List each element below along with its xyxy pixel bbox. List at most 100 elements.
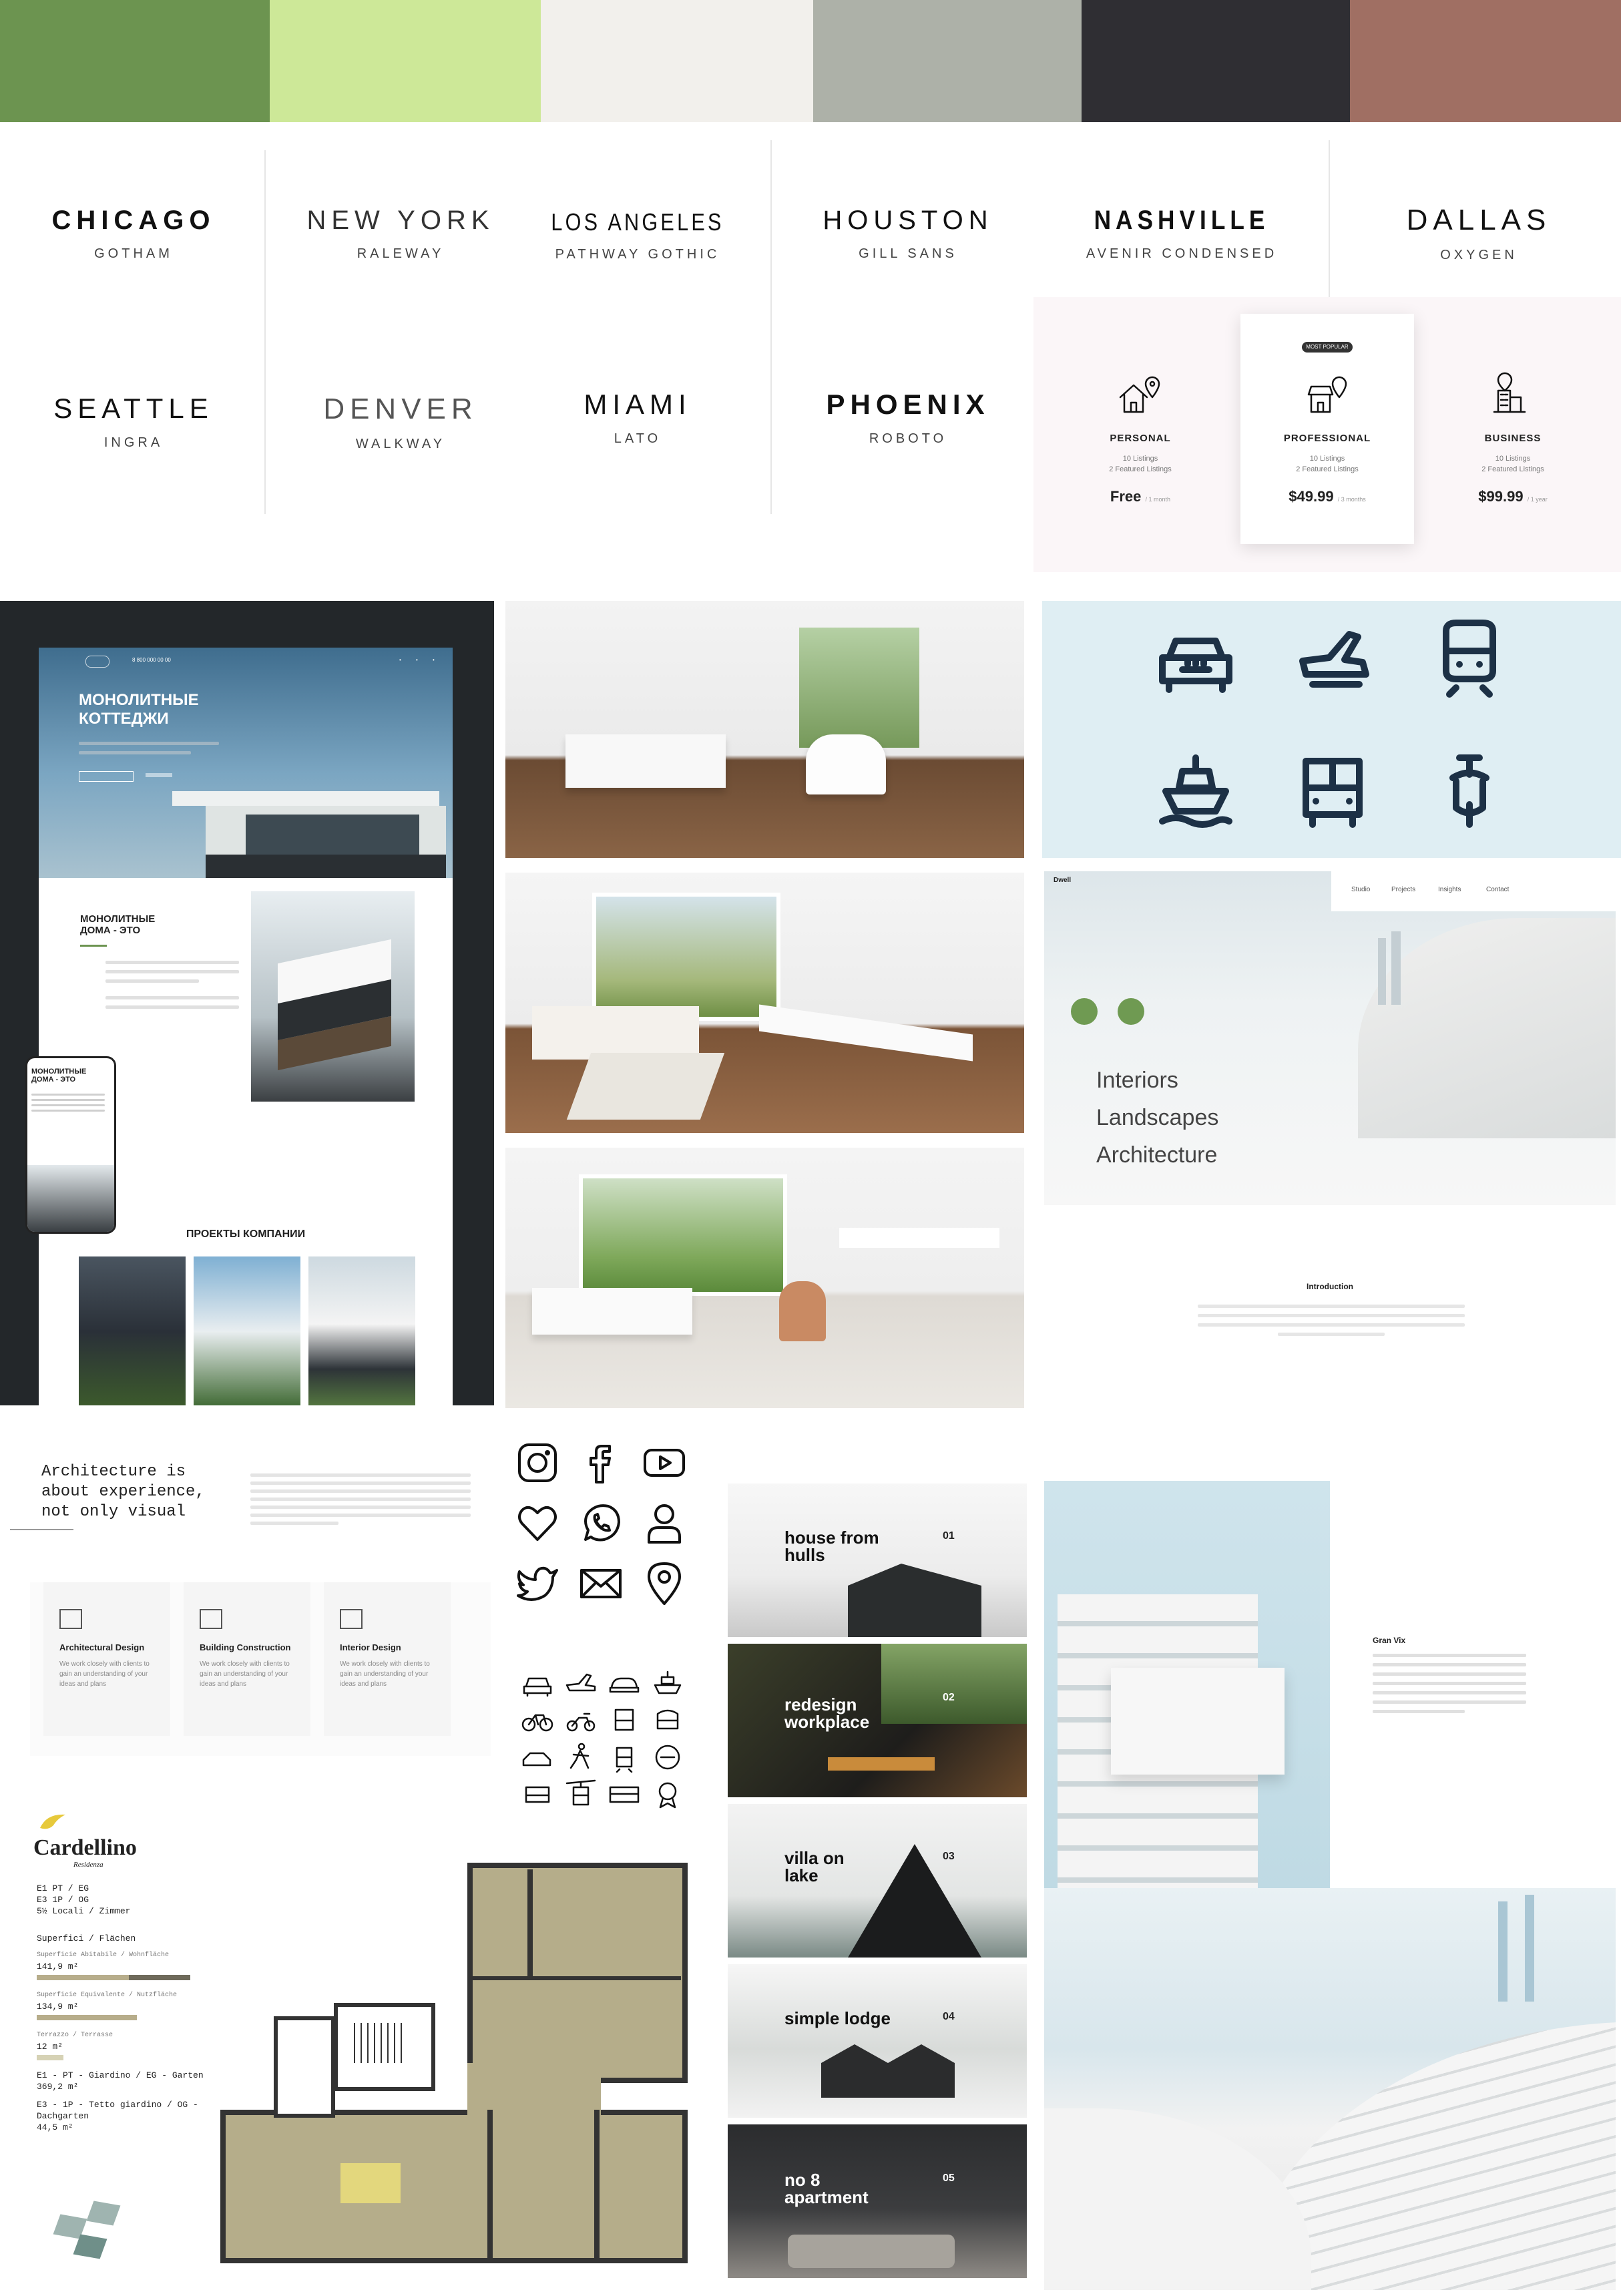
font-name: GILL SANS [859,246,957,261]
slide-3[interactable]: villa on lake 03 [728,1804,1027,1958]
car-icon [609,1677,640,1693]
hero-image: 8 800 000 00 00 • • • МОНОЛИТНЫЕ КОТТЕДЖИ [39,648,453,878]
swatch-3 [541,0,813,122]
pricing-section: PERSONAL 10 Listings 2 Featured Listings … [1033,297,1621,572]
section-text [105,955,239,1015]
scooter-icon [1449,754,1489,828]
cardellino-logo: Cardellino Residenza [33,1809,137,1869]
ship-icon [654,1670,682,1694]
bus-icon [609,1786,640,1803]
plan-price: Free / 1 month [1110,488,1171,505]
slide-4[interactable]: simple lodge 04 [728,1964,1027,2118]
floor-plan-drawing [220,1863,688,2263]
divider [1329,140,1330,297]
divider [770,140,772,514]
card-title: Building Construction [200,1642,291,1652]
ship-icon [1159,754,1232,828]
house-graphic [166,768,453,878]
slide-number: 01 [943,1530,955,1542]
tram-icon [616,1747,633,1773]
project-slides: house from hulls 01 redesign workplace 02 … [728,1483,1027,2278]
building-pin-icon [1493,372,1526,413]
nav-item[interactable]: Insights [1438,886,1461,893]
service-card[interactable]: Building Construction We work closely wi… [184,1582,310,1736]
font-name: INGRA [103,435,164,450]
phone-number[interactable]: 8 800 000 00 00 [132,657,171,663]
building-icon [200,1609,222,1629]
font-sample: DALLAS OXYGEN [1369,204,1589,263]
metro-icon [655,1745,680,1770]
city-name: PHOENIX [826,389,990,420]
whatsapp-icon [584,1504,620,1542]
intro-title: Introduction [1307,1282,1353,1291]
swatch-5 [1082,0,1350,122]
plane-icon [565,1673,596,1692]
divider [264,150,266,514]
font-sample: HOUSTON GILL SANS [801,206,1015,262]
plane-icon [1299,631,1369,688]
car-icon [525,1786,550,1803]
card-title: Interior Design [340,1642,401,1652]
slide-2[interactable]: redesign workplace 02 [728,1644,1027,1797]
car-icon [523,1677,552,1697]
site-diagram [37,2176,144,2270]
nav-item[interactable]: Studio [1351,886,1370,893]
nav-item[interactable]: Projects [1391,886,1415,893]
service-card[interactable]: Interior Design We work closely with cli… [324,1582,451,1736]
areas: Superfici / Flächen Superficie Abitabile… [37,1933,204,2132]
font-name: PATHWAY GOTHIC [555,247,720,262]
city-name: CHICAGO [51,206,216,235]
floorplan-sheet: Cardellino Residenza E1 PT / EG E3 1P / O… [27,1809,721,2283]
site-header: 8 800 000 00 00 • • • [39,648,453,674]
service-card[interactable]: Architectural Design We work closely wit… [43,1582,170,1736]
dwell-nav: Studio Projects Insights Contact [1331,871,1616,911]
facebook-icon [590,1445,611,1483]
font-name: OXYGEN [1440,248,1518,262]
font-sample: LOS ANGELES PATHWAY GOTHIC [527,208,748,262]
plan-business[interactable]: BUSINESS 10 Listings 2 Featured Listings … [1446,371,1580,505]
font-sample: NASHVILLE AVENIR CONDENSED [1062,206,1302,262]
project-thumb[interactable] [308,1256,415,1405]
plan-personal[interactable]: PERSONAL 10 Listings 2 Featured Listings … [1074,371,1207,505]
plan-professional-card[interactable]: MOST POPULAR PROFESSIONAL 10 Listings 2 F… [1240,314,1414,544]
font-name: AVENIR CONDENSED [1086,246,1278,261]
heart-icon [518,1506,557,1541]
swatch-4 [813,0,1082,122]
area-bar [37,1975,190,1980]
slide-5[interactable]: no 8 apartment 05 [728,2124,1027,2278]
nav-item[interactable]: Contact [1486,886,1509,893]
plan-price: $99.99 / 1 year [1478,488,1548,505]
mobile-title: МОНОЛИТНЫЕ ДОМА - ЭТО [31,1068,87,1084]
dwell-brand[interactable]: Dwell [1054,877,1071,884]
hero-title: МОНОЛИТНЫЕ КОТТЕДЖИ [79,691,199,728]
font-sample: PHOENIX ROBOTO [801,389,1015,447]
train-icon [656,1709,679,1730]
user-icon [648,1504,681,1544]
interior-photo [505,1148,1024,1408]
transport-icons-panel [1042,601,1621,858]
project-thumb[interactable] [79,1256,186,1405]
tree [1071,998,1098,1025]
card-title: Architectural Design [59,1642,145,1652]
plan-name: PERSONAL [1110,433,1171,444]
unit-info: E1 PT / EG E3 1P / OG 5½ Locali / Zimmer [37,1883,131,1916]
house-pin-icon [1119,376,1160,413]
plan-features: 10 Listings 2 Featured Listings [1109,455,1172,473]
city-name: MIAMI [584,389,692,420]
storefront-pin-icon [1307,376,1347,413]
area-bar [37,2055,63,2060]
social-icons[interactable]: • • • [399,657,441,663]
hero-button[interactable] [79,771,134,782]
slide-number: 02 [943,1692,955,1703]
city-name: HOUSTON [823,206,993,235]
medal-icon [658,1782,677,1809]
city-name: DENVER [323,393,478,425]
swatch-2 [270,0,541,122]
bicycle-icon [521,1714,553,1732]
interior-icon [340,1609,363,1629]
project-thumb[interactable] [194,1256,300,1405]
train-icon [1443,620,1496,698]
slide-1[interactable]: house from hulls 01 [728,1483,1027,1637]
slide-number: 03 [943,1851,955,1862]
font-sample: NEW YORK RALEWAY [287,206,514,262]
